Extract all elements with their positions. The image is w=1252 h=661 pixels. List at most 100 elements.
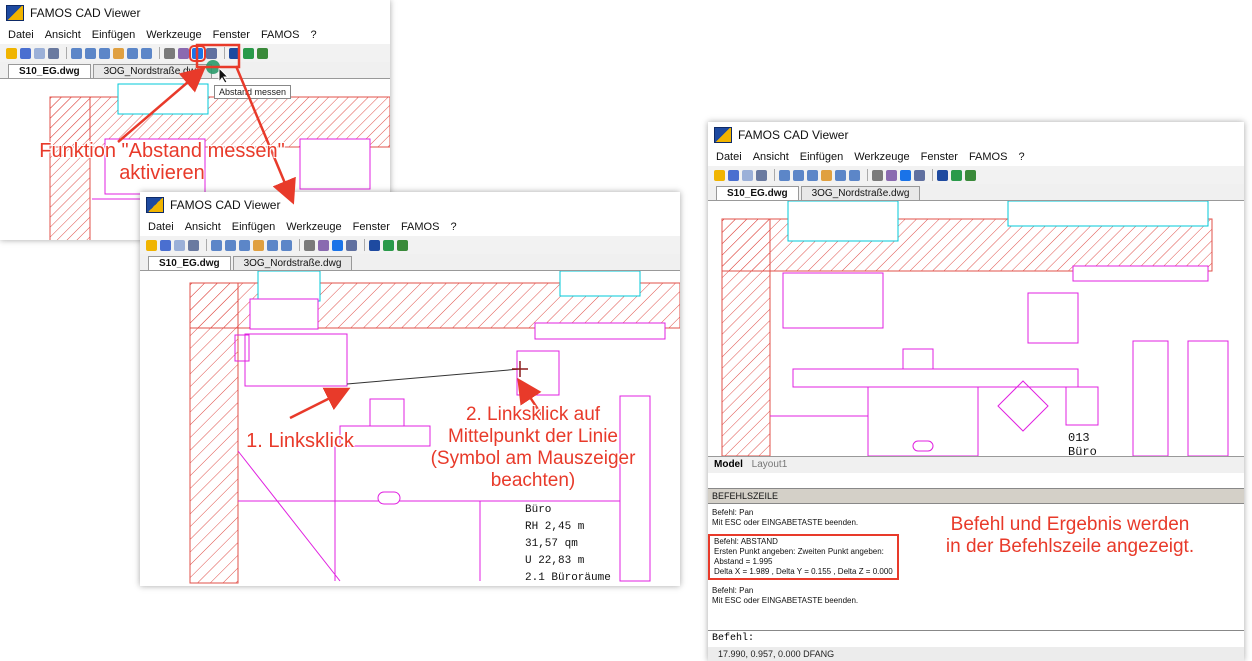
save-icon[interactable]	[728, 169, 739, 181]
famos-icon[interactable]	[369, 239, 380, 251]
sink-outline	[377, 491, 401, 505]
tab-model[interactable]: Model	[714, 459, 743, 470]
export-icon[interactable]	[383, 239, 394, 251]
link-icon[interactable]	[257, 47, 268, 59]
menu-help[interactable]: ?	[310, 29, 316, 41]
save-icon[interactable]	[160, 239, 171, 251]
zoom-extents-icon[interactable]	[127, 47, 138, 59]
tab-s10-eg[interactable]: S10_EG.dwg	[8, 64, 91, 78]
shelf-outline	[534, 322, 666, 340]
zoom-extents-icon[interactable]	[267, 239, 278, 251]
menu-fenster[interactable]: Fenster	[921, 151, 958, 163]
cabinet-outline	[244, 333, 348, 387]
zoom-previous-icon[interactable]	[281, 239, 292, 251]
measure-distance-icon[interactable]	[332, 239, 343, 251]
layers-icon[interactable]	[164, 47, 175, 59]
open-icon[interactable]	[146, 239, 157, 251]
wall-hatch	[721, 218, 771, 456]
menu-datei[interactable]: Datei	[716, 151, 742, 163]
room-name: Büro	[1068, 445, 1097, 456]
menu-ansicht[interactable]: Ansicht	[185, 221, 221, 233]
shelf-outline	[1132, 340, 1169, 456]
hatch-icon[interactable]	[914, 169, 925, 181]
measure-distance-icon[interactable]	[900, 169, 911, 181]
zoom-extents-icon[interactable]	[835, 169, 846, 181]
menu-einfuegen[interactable]: Einfügen	[92, 29, 135, 41]
menu-einfuegen[interactable]: Einfügen	[800, 151, 843, 163]
famos-icon[interactable]	[229, 47, 240, 59]
column-outline	[997, 380, 1049, 432]
tab-layout1[interactable]: Layout1	[752, 459, 788, 470]
menu-help[interactable]: ?	[1018, 151, 1024, 163]
properties-icon[interactable]	[886, 169, 897, 181]
famos-icon[interactable]	[937, 169, 948, 181]
column-outline	[249, 298, 319, 330]
command-input[interactable]: Befehl:	[708, 630, 1244, 648]
zoom-in-icon[interactable]	[225, 239, 236, 251]
pan-icon[interactable]	[253, 239, 264, 251]
export-icon[interactable]	[951, 169, 962, 181]
print-icon[interactable]	[188, 239, 199, 251]
properties-icon[interactable]	[318, 239, 329, 251]
menu-bar: Datei Ansicht Einfügen Werkzeuge Fenster…	[140, 218, 680, 236]
sink-outline	[912, 440, 934, 452]
hatch-icon[interactable]	[346, 239, 357, 251]
zoom-previous-icon[interactable]	[141, 47, 152, 59]
zoom-in-icon[interactable]	[793, 169, 804, 181]
open-icon[interactable]	[6, 47, 17, 59]
zoom-previous-icon[interactable]	[849, 169, 860, 181]
save-icon[interactable]	[20, 47, 31, 59]
menu-datei[interactable]: Datei	[8, 29, 34, 41]
distance-value: Abstand = 1.995	[714, 557, 773, 566]
menu-werkzeuge[interactable]: Werkzeuge	[854, 151, 909, 163]
toolbar	[140, 236, 680, 255]
menu-werkzeuge[interactable]: Werkzeuge	[146, 29, 201, 41]
pan-icon[interactable]	[821, 169, 832, 181]
print-icon[interactable]	[48, 47, 59, 59]
zoom-in-icon[interactable]	[85, 47, 96, 59]
tab-3og-nordstrasse[interactable]: 3OG_Nordstraße.dwg	[92, 64, 213, 78]
annotation-second-click: 2. Linksklick auf Mittelpunkt der Linie …	[430, 404, 636, 491]
export-icon[interactable]	[243, 47, 254, 59]
pan-icon[interactable]	[113, 47, 124, 59]
print-icon[interactable]	[756, 169, 767, 181]
zoom-out-icon[interactable]	[807, 169, 818, 181]
tab-s10-eg[interactable]: S10_EG.dwg	[148, 256, 231, 270]
zoom-out-icon[interactable]	[99, 47, 110, 59]
menu-datei[interactable]: Datei	[148, 221, 174, 233]
menu-werkzeuge[interactable]: Werkzeuge	[286, 221, 341, 233]
measure-distance-icon[interactable]	[189, 44, 206, 62]
cursor-icon	[206, 60, 230, 84]
app-logo-icon	[714, 127, 732, 143]
menu-famos[interactable]: FAMOS	[261, 29, 300, 41]
menu-help[interactable]: ?	[450, 221, 456, 233]
menu-fenster[interactable]: Fenster	[213, 29, 250, 41]
zoom-window-icon[interactable]	[71, 47, 82, 59]
tab-3og-nordstrasse[interactable]: 3OG_Nordstraße.dwg	[232, 256, 353, 270]
menu-einfuegen[interactable]: Einfügen	[232, 221, 275, 233]
tab-s10-eg[interactable]: S10_EG.dwg	[716, 186, 799, 200]
delta-values: Delta X = 1.989 , Delta Y = 0.155 , Delt…	[714, 567, 893, 576]
link-icon[interactable]	[965, 169, 976, 181]
drawing-canvas[interactable]: 013 Büro	[708, 201, 1244, 456]
menu-ansicht[interactable]: Ansicht	[753, 151, 789, 163]
print-preview-icon[interactable]	[34, 47, 45, 59]
menu-famos[interactable]: FAMOS	[969, 151, 1008, 163]
layers-icon[interactable]	[872, 169, 883, 181]
menu-ansicht[interactable]: Ansicht	[45, 29, 81, 41]
properties-icon[interactable]	[178, 47, 189, 59]
title-bar: FAMOS CAD Viewer	[708, 122, 1244, 148]
print-preview-icon[interactable]	[174, 239, 185, 251]
link-icon[interactable]	[397, 239, 408, 251]
menu-famos[interactable]: FAMOS	[401, 221, 440, 233]
hatch-icon[interactable]	[206, 47, 217, 59]
zoom-window-icon[interactable]	[211, 239, 222, 251]
room-label-line: 31,57 qm	[525, 538, 578, 550]
tab-3og-nordstrasse[interactable]: 3OG_Nordstraße.dwg	[800, 186, 921, 200]
layers-icon[interactable]	[304, 239, 315, 251]
print-preview-icon[interactable]	[742, 169, 753, 181]
open-icon[interactable]	[714, 169, 725, 181]
menu-fenster[interactable]: Fenster	[353, 221, 390, 233]
zoom-out-icon[interactable]	[239, 239, 250, 251]
zoom-window-icon[interactable]	[779, 169, 790, 181]
